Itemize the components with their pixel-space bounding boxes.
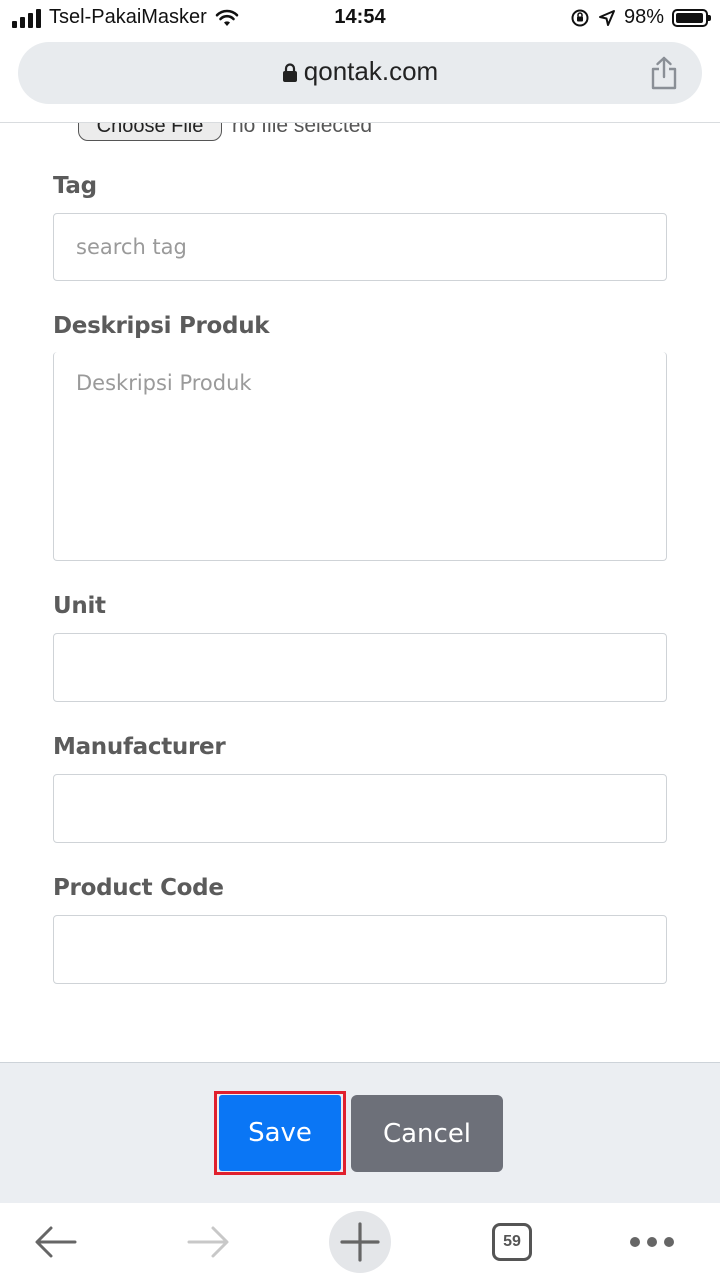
battery-fill — [676, 12, 704, 23]
share-icon[interactable] — [650, 56, 678, 90]
tag-placeholder: search tag — [76, 235, 187, 259]
status-bar: Tsel-PakaiMasker 14:54 98% — [0, 0, 720, 38]
orientation-lock-icon — [571, 9, 589, 26]
description-textarea[interactable]: Deskripsi Produk — [53, 352, 667, 561]
description-placeholder: Deskripsi Produk — [76, 371, 252, 395]
forward-button[interactable] — [176, 1203, 240, 1280]
file-upload-row: Choose File no file selected — [78, 123, 372, 141]
more-dots-icon — [630, 1236, 674, 1247]
manufacturer-label: Manufacturer — [53, 734, 226, 760]
unit-input[interactable] — [53, 633, 667, 702]
address-bar[interactable]: qontak.com — [18, 42, 702, 104]
unit-label: Unit — [53, 593, 106, 619]
tabs-button[interactable]: 59 — [480, 1203, 544, 1280]
product-code-input[interactable] — [53, 915, 667, 984]
manufacturer-input[interactable] — [53, 774, 667, 843]
plus-icon — [329, 1210, 391, 1273]
product-form: Choose File no file selected Tag search … — [0, 123, 720, 1063]
url-display[interactable]: qontak.com — [18, 56, 702, 87]
location-icon — [598, 9, 615, 26]
tab-count: 59 — [492, 1222, 532, 1261]
tag-search-input[interactable]: search tag — [53, 213, 667, 281]
url-text: qontak.com — [303, 56, 439, 86]
new-tab-button[interactable] — [328, 1203, 392, 1280]
cancel-button[interactable]: Cancel — [351, 1095, 503, 1172]
status-right: 98% — [570, 6, 711, 29]
battery-icon — [672, 8, 711, 27]
forward-arrow-icon — [187, 1226, 229, 1257]
back-arrow-icon — [35, 1226, 77, 1257]
back-button[interactable] — [24, 1203, 88, 1280]
battery-percent: 98% — [623, 6, 664, 28]
tag-label: Tag — [53, 173, 97, 199]
more-button[interactable] — [620, 1203, 684, 1280]
product-code-label: Product Code — [53, 875, 224, 901]
browser-toolbar: 59 — [0, 1203, 720, 1280]
choose-file-button[interactable]: Choose File — [78, 123, 222, 141]
lock-icon — [282, 63, 297, 83]
description-label: Deskripsi Produk — [53, 313, 270, 339]
file-status-text: no file selected — [232, 123, 373, 137]
save-button[interactable]: Save — [219, 1095, 341, 1171]
